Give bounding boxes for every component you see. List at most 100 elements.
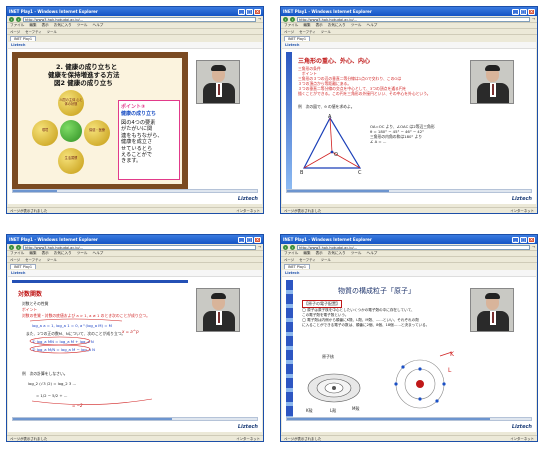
player-header: Liztech	[282, 270, 536, 277]
status-bar: ページが表示されました インターネット	[281, 435, 537, 441]
menu-tools[interactable]: ツール	[351, 23, 362, 28]
back-icon[interactable]: ‹	[283, 244, 288, 250]
bohr-nucleus	[416, 380, 424, 388]
menu-favorites[interactable]: お気に入り	[328, 23, 346, 28]
tab-inet-play[interactable]: INET Play1	[10, 264, 37, 269]
menu-help[interactable]: ヘルプ	[367, 23, 378, 28]
menu-edit[interactable]: 編集	[29, 251, 36, 256]
electron-4	[442, 382, 446, 386]
slide-side-band	[286, 280, 293, 418]
go-button[interactable]: →	[532, 17, 535, 21]
element-ball-bottom: 生活習慣	[58, 148, 84, 174]
page-menu[interactable]: ページ	[10, 257, 20, 262]
url-input[interactable]: http://www3.hpk.hokudai.ac.jp/...	[23, 16, 257, 22]
safety-menu[interactable]: セーフティ	[299, 257, 316, 262]
vertex-label-c: C	[358, 170, 362, 174]
page-menu[interactable]: ページ	[284, 29, 294, 34]
point-subheading: 健康の成り立ち	[121, 111, 157, 117]
menu-view[interactable]: 表示	[42, 23, 49, 28]
tab-bar: INET Play1	[7, 263, 263, 269]
close-button[interactable]: ×	[254, 236, 261, 243]
zone-text: インターネット	[236, 209, 260, 213]
tab-inet-play[interactable]: INET Play1	[284, 36, 311, 41]
go-button[interactable]: →	[532, 245, 535, 249]
back-icon[interactable]: ‹	[283, 16, 288, 22]
forward-icon[interactable]: ›	[16, 244, 21, 250]
close-button[interactable]: ×	[254, 8, 261, 15]
playback-progress	[13, 418, 172, 420]
tools-menu[interactable]: ツール	[47, 257, 57, 262]
maximize-button[interactable]: □	[246, 236, 253, 243]
lecturer-tie	[218, 312, 220, 323]
playback-seekbar[interactable]	[12, 189, 258, 193]
go-button[interactable]: →	[258, 17, 261, 21]
close-button[interactable]: ×	[528, 236, 535, 243]
window-title: INET Play1 - Windows Internet Explorer	[9, 237, 98, 242]
triangle-diagram: A B C O	[300, 114, 362, 174]
tools-menu[interactable]: ツール	[47, 29, 57, 34]
menu-tools[interactable]: ツール	[351, 251, 362, 256]
forward-icon[interactable]: ›	[290, 244, 295, 250]
minimize-button[interactable]: _	[512, 236, 519, 243]
tab-inet-play[interactable]: INET Play1	[284, 264, 311, 269]
safety-menu[interactable]: セーフティ	[25, 29, 42, 34]
playback-seekbar[interactable]	[12, 417, 258, 421]
player-header: Liztech	[8, 270, 262, 277]
menu-view[interactable]: 表示	[316, 23, 323, 28]
lecturer-video	[196, 288, 240, 332]
url-input[interactable]: http://www3.hpk.hokudai.ac.jp/...	[23, 244, 257, 250]
menu-file[interactable]: ファイル	[284, 251, 298, 256]
maximize-button[interactable]: □	[520, 8, 527, 15]
menu-file[interactable]: ファイル	[10, 251, 24, 256]
forward-icon[interactable]: ›	[16, 16, 21, 22]
title-bar: INET Play1 - Windows Internet Explorer _…	[281, 7, 537, 16]
slide-text-solution: OA=OC より、∠OAC は2等辺三角形 θ = 180° − 45° − 4…	[370, 124, 435, 144]
forward-icon[interactable]: ›	[290, 16, 295, 22]
url-input[interactable]: http://www3.hpk.hokudai.ac.jp/...	[297, 244, 531, 250]
menu-favorites[interactable]: お気に入り	[328, 251, 346, 256]
menu-file[interactable]: ファイル	[284, 23, 298, 28]
menu-file[interactable]: ファイル	[10, 23, 24, 28]
tab-inet-play[interactable]: INET Play1	[10, 36, 37, 41]
tools-menu[interactable]: ツール	[321, 29, 331, 34]
brand-logo: Liztech	[511, 424, 532, 430]
tools-menu[interactable]: ツール	[321, 257, 331, 262]
status-text: ページが表示されました	[284, 437, 322, 441]
player-logo: Liztech	[11, 271, 26, 275]
menu-edit[interactable]: 編集	[303, 251, 310, 256]
minimize-button[interactable]: _	[238, 236, 245, 243]
playback-seekbar[interactable]	[286, 417, 532, 421]
back-icon[interactable]: ‹	[9, 244, 14, 250]
point-heading: ポイント③	[121, 104, 146, 110]
page-menu[interactable]: ページ	[284, 257, 294, 262]
menu-favorites[interactable]: お気に入り	[54, 251, 72, 256]
menu-tools[interactable]: ツール	[77, 251, 88, 256]
point-box: ポイント③ 健康の成り立ち 図の4つの要素 がたがいに関 連をもちながら、 健康…	[118, 100, 180, 180]
go-button[interactable]: →	[258, 245, 261, 249]
menu-tools[interactable]: ツール	[77, 23, 88, 28]
menu-edit[interactable]: 編集	[303, 23, 310, 28]
menu-help[interactable]: ヘルプ	[93, 251, 104, 256]
maximize-button[interactable]: □	[520, 236, 527, 243]
player-logo: Liztech	[285, 43, 300, 47]
menu-view[interactable]: 表示	[42, 251, 49, 256]
status-bar: ページが表示されました インターネット	[7, 207, 263, 213]
back-icon[interactable]: ‹	[9, 16, 14, 22]
minimize-button[interactable]: _	[238, 8, 245, 15]
tab-bar: INET Play1	[7, 35, 263, 41]
menu-view[interactable]: 表示	[316, 251, 323, 256]
safety-menu[interactable]: セーフティ	[25, 257, 42, 262]
page-menu[interactable]: ページ	[10, 29, 20, 34]
menu-favorites[interactable]: お気に入り	[54, 23, 72, 28]
menu-help[interactable]: ヘルプ	[367, 251, 378, 256]
url-input[interactable]: http://www3.hpk.hokudai.ac.jp/...	[297, 16, 531, 22]
close-button[interactable]: ×	[528, 8, 535, 15]
atom-diagram: 原子核 K殻 L殻 M殻 K L	[306, 351, 455, 413]
menu-edit[interactable]: 編集	[29, 23, 36, 28]
playback-seekbar[interactable]	[286, 189, 532, 193]
safety-menu[interactable]: セーフティ	[299, 29, 316, 34]
minimize-button[interactable]: _	[512, 8, 519, 15]
slide-text-example: 例 次の図で、θ の値を求めよ。	[298, 104, 355, 109]
maximize-button[interactable]: □	[246, 8, 253, 15]
menu-help[interactable]: ヘルプ	[93, 23, 104, 28]
